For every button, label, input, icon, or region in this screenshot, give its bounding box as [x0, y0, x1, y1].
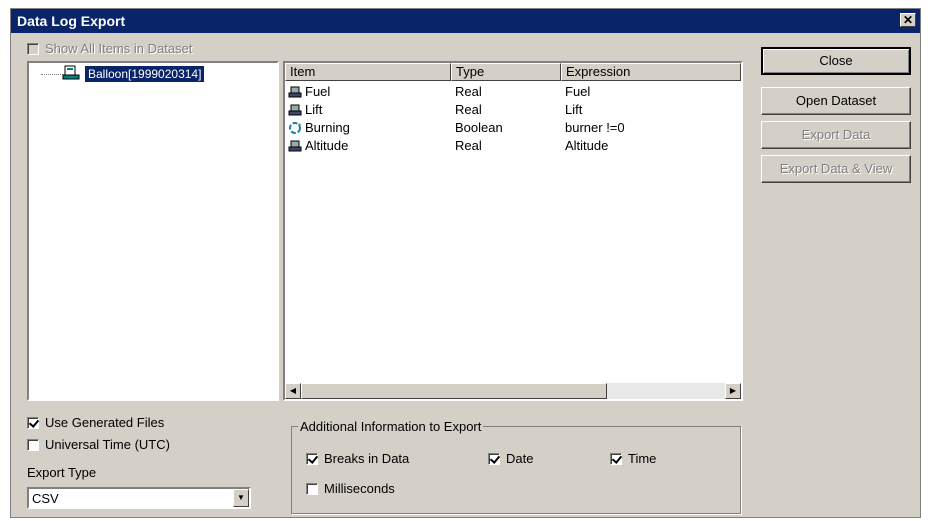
- open-dataset-button[interactable]: Open Dataset: [761, 87, 911, 115]
- checkbox-box: [306, 452, 318, 465]
- real-item-icon: [288, 86, 302, 98]
- checkbox-box: [306, 482, 318, 495]
- column-header-type[interactable]: Type: [451, 63, 561, 81]
- list-item[interactable]: Burning Boolean burner !=0: [285, 119, 741, 137]
- export-type-value: CSV: [32, 491, 59, 506]
- checkbox-box: [610, 452, 622, 465]
- window-title: Data Log Export: [17, 13, 126, 29]
- item-name: Burning: [305, 120, 350, 135]
- item-type: Real: [455, 84, 482, 99]
- date-label: Date: [506, 451, 534, 466]
- item-type: Boolean: [455, 120, 503, 135]
- dataset-tree[interactable]: Balloon[1999020314]: [27, 61, 279, 401]
- use-generated-files-checkbox[interactable]: Use Generated Files: [27, 415, 164, 430]
- chevron-down-icon[interactable]: ▼: [233, 489, 249, 507]
- export-type-label: Export Type: [27, 465, 97, 480]
- boolean-item-icon: [289, 122, 301, 134]
- checkbox-box: [27, 42, 39, 55]
- item-name: Fuel: [305, 84, 331, 99]
- date-checkbox[interactable]: Date: [488, 451, 533, 466]
- export-data-view-button[interactable]: Export Data & View: [761, 155, 911, 183]
- item-name: Lift: [305, 102, 323, 117]
- item-expression: Fuel: [565, 84, 591, 99]
- close-icon[interactable]: ✕: [900, 13, 916, 27]
- data-log-export-window: Data Log Export ✕ Show All Items in Data…: [10, 8, 921, 518]
- column-header-expression[interactable]: Expression: [561, 63, 741, 81]
- close-button[interactable]: Close: [761, 47, 911, 75]
- scrollbar-thumb[interactable]: [301, 383, 607, 399]
- universal-time-label: Universal Time (UTC): [45, 437, 170, 452]
- checkbox-box: [27, 416, 39, 429]
- time-label: Time: [628, 451, 657, 466]
- additional-info-group: Additional Information to Export Breaks …: [291, 419, 741, 514]
- items-list[interactable]: Item Type Expression Fuel Real Fuel Lift…: [283, 61, 743, 401]
- additional-info-title: Additional Information to Export: [298, 419, 484, 434]
- scroll-right-icon[interactable]: ▶: [725, 383, 741, 399]
- dataset-icon: [62, 65, 80, 80]
- universal-time-checkbox[interactable]: Universal Time (UTC): [27, 437, 170, 452]
- horizontal-scrollbar[interactable]: ◀ ▶: [285, 383, 741, 399]
- show-all-items-checkbox[interactable]: Show All Items in Dataset: [27, 41, 192, 56]
- export-data-button[interactable]: Export Data: [761, 121, 911, 149]
- checkbox-box: [27, 438, 39, 451]
- title-bar: Data Log Export ✕: [11, 9, 920, 33]
- scroll-left-icon[interactable]: ◀: [285, 383, 301, 399]
- item-expression: Altitude: [565, 138, 609, 153]
- checkbox-box: [488, 452, 500, 465]
- breaks-in-data-label: Breaks in Data: [324, 451, 410, 466]
- tree-root-dataset[interactable]: Balloon[1999020314]: [85, 66, 205, 82]
- item-expression: Lift: [565, 102, 583, 117]
- item-type: Real: [455, 102, 482, 117]
- show-all-items-label: Show All Items in Dataset: [45, 41, 193, 56]
- tree-connector: [41, 74, 63, 75]
- export-type-select[interactable]: CSV ▼: [27, 487, 251, 509]
- item-name: Altitude: [305, 138, 349, 153]
- real-item-icon: [288, 140, 302, 152]
- real-item-icon: [288, 104, 302, 116]
- milliseconds-checkbox[interactable]: Milliseconds: [306, 481, 395, 496]
- list-item[interactable]: Altitude Real Altitude: [285, 137, 741, 155]
- list-item[interactable]: Lift Real Lift: [285, 101, 741, 119]
- column-header-item[interactable]: Item: [285, 63, 451, 81]
- list-item[interactable]: Fuel Real Fuel: [285, 83, 741, 101]
- milliseconds-label: Milliseconds: [324, 481, 395, 496]
- item-type: Real: [455, 138, 482, 153]
- item-expression: burner !=0: [565, 120, 625, 135]
- use-generated-files-label: Use Generated Files: [45, 415, 165, 430]
- time-checkbox[interactable]: Time: [610, 451, 656, 466]
- breaks-in-data-checkbox[interactable]: Breaks in Data: [306, 451, 409, 466]
